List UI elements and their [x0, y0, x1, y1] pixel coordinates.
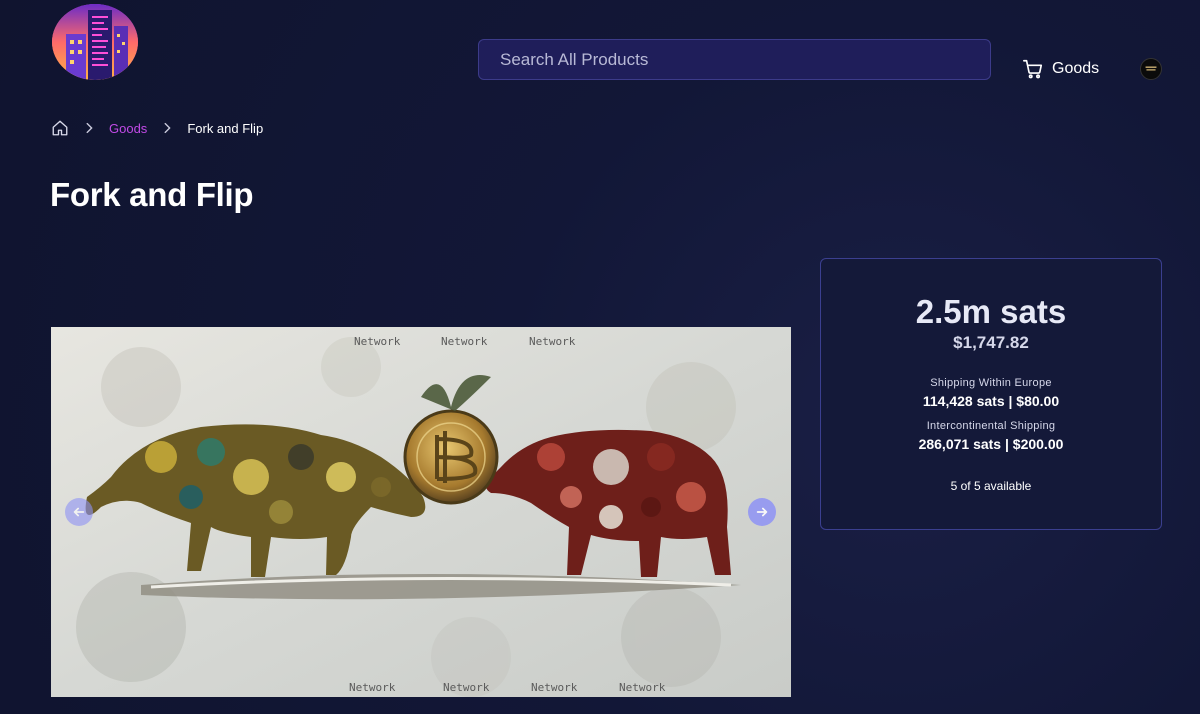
cart-label: Goods: [1052, 60, 1100, 77]
cart-button[interactable]: Goods: [1022, 58, 1099, 80]
avatar-image: [1141, 59, 1161, 79]
search-input[interactable]: [500, 40, 990, 79]
shipping-intercontinental-label: Intercontinental Shipping: [926, 420, 1056, 432]
city-skyline-logo-icon: [52, 4, 138, 80]
user-avatar-icon[interactable]: [1140, 58, 1162, 80]
price-usd: $1,747.82: [953, 333, 1029, 352]
shipping-europe-label: Shipping Within Europe: [930, 377, 1052, 389]
breadcrumb: Goods Fork and Flip: [51, 118, 263, 138]
home-icon[interactable]: [51, 119, 69, 137]
product-page: Goods Goods Fork and Flip Fork and Flip: [0, 0, 1200, 714]
product-image-gallery[interactable]: Network Network Network Network Network …: [51, 327, 791, 697]
artwork-text: Network: [529, 335, 576, 348]
page-title: Fork and Flip: [50, 176, 254, 213]
breadcrumb-goods-link[interactable]: Goods: [109, 121, 147, 136]
artwork-text: Network: [349, 681, 396, 694]
arrow-left-icon: [73, 507, 85, 517]
site-logo[interactable]: [52, 4, 138, 80]
artwork-text: Network: [619, 681, 666, 694]
gallery-next-button[interactable]: [748, 498, 776, 526]
search-bar[interactable]: [478, 39, 991, 80]
arrow-right-icon: [756, 507, 768, 517]
artwork-text: Network: [531, 681, 578, 694]
availability-text: 5 of 5 available: [950, 479, 1032, 493]
price-card: 2.5m sats $1,747.82 Shipping Within Euro…: [820, 258, 1162, 530]
shopping-cart-icon: [1023, 59, 1043, 79]
shipping-intercontinental-value: 286,071 sats | $200.00: [918, 436, 1064, 452]
price-sats: 2.5m sats: [915, 293, 1067, 330]
gallery-prev-button[interactable]: [65, 498, 93, 526]
product-artwork-image: Network Network Network Network Network …: [51, 327, 791, 697]
breadcrumb-current: Fork and Flip: [187, 120, 264, 136]
artwork-text: Network: [443, 681, 490, 694]
shipping-europe-value: 114,428 sats | $80.00: [922, 393, 1060, 409]
artwork-text: Network: [441, 335, 488, 348]
artwork-text: Network: [354, 335, 401, 348]
chevron-right-icon: [164, 122, 171, 134]
chevron-right-icon: [86, 122, 93, 134]
